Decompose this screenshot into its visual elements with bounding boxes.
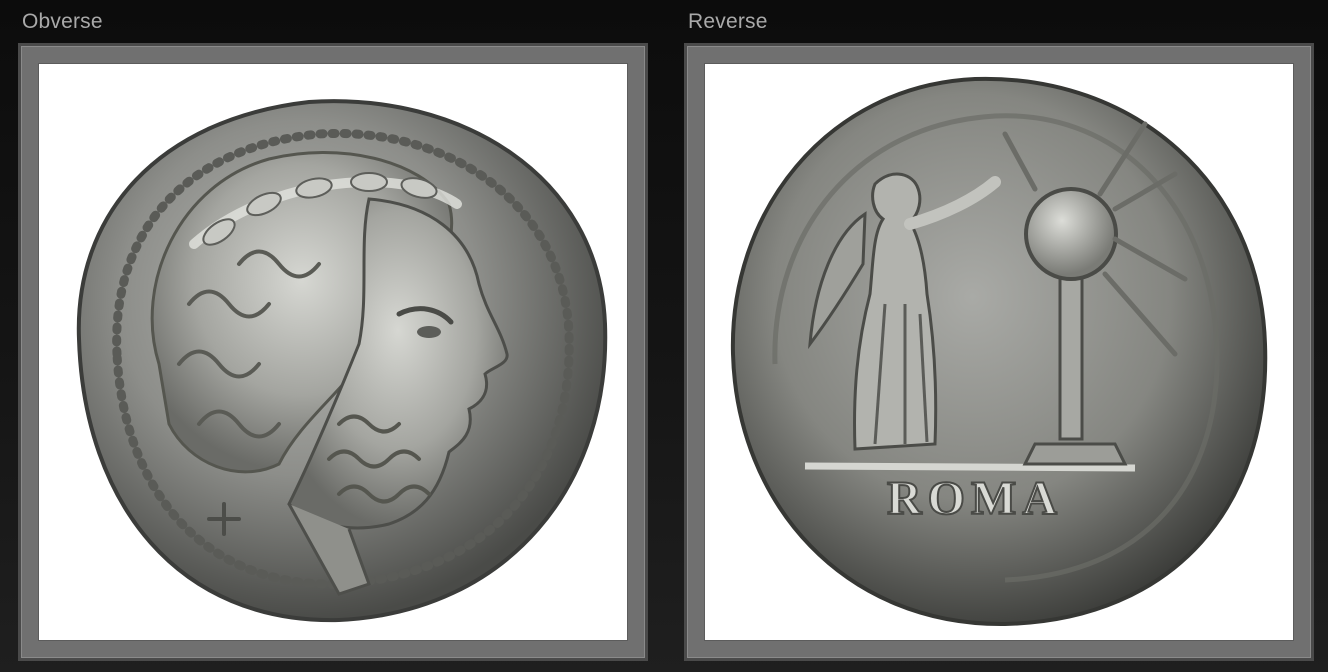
coin-rim <box>730 76 1268 627</box>
reverse-title: Reverse <box>688 10 768 33</box>
trophy-base <box>1022 442 1128 466</box>
reverse-frame: ROMA <box>684 43 1314 661</box>
reverse-coin: ROMA <box>730 76 1268 627</box>
reverse-legend: ROMA <box>887 472 1063 525</box>
trophy-shield <box>1024 187 1118 281</box>
obverse-coin <box>76 99 608 623</box>
eye <box>417 326 441 338</box>
exergue-line <box>804 462 1136 472</box>
reverse-image[interactable]: ROMA <box>705 64 1293 640</box>
trophy-pole <box>1058 262 1084 441</box>
obverse-panel: Obverse <box>18 0 648 672</box>
reverse-panel: Reverse ROMA <box>684 0 1314 672</box>
obverse-frame <box>18 43 648 661</box>
obverse-image[interactable] <box>39 64 627 640</box>
obverse-title: Obverse <box>22 10 103 33</box>
